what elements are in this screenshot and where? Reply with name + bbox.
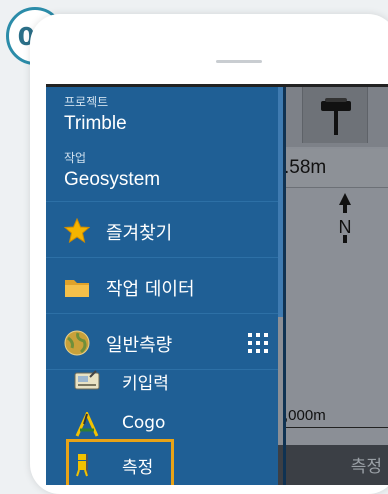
gnss-receiver-icon bbox=[321, 98, 351, 135]
distance-readout: .58m bbox=[284, 157, 327, 178]
globe-icon bbox=[64, 330, 90, 356]
measure-button[interactable]: 측정 bbox=[351, 452, 382, 477]
job-label: 작업 bbox=[64, 151, 87, 165]
project-name[interactable]: Trimble bbox=[64, 113, 127, 135]
menu-item-job-data[interactable]: 작업 데이터 bbox=[46, 263, 278, 311]
menu-item-cogo-label: Cogo bbox=[122, 413, 166, 433]
cogo-icon bbox=[75, 412, 99, 437]
north-label: N bbox=[339, 217, 352, 237]
drawer-edge bbox=[283, 87, 286, 485]
scale-bar bbox=[284, 427, 388, 428]
grid-icon[interactable] bbox=[248, 333, 268, 353]
menu-item-keyin[interactable]: 키입력 bbox=[46, 357, 278, 405]
navigation-drawer: 프로젝트 Trimble 작업 Geosystem 즐겨찾기 작업 데이터 일반… bbox=[46, 87, 278, 485]
project-label: 프로젝트 bbox=[64, 95, 109, 109]
menu-item-favorites[interactable]: 즐겨찾기 bbox=[46, 207, 278, 255]
menu-item-survey-label: 일반측량 bbox=[106, 335, 173, 356]
divider bbox=[46, 313, 278, 314]
menu-item-keyin-label: 키입력 bbox=[122, 374, 169, 394]
menu-item-job-data-label: 작업 데이터 bbox=[106, 279, 195, 300]
receiver-status-button[interactable] bbox=[302, 87, 368, 143]
app-screen: .58m N ,000m 측정 프로젝트 Trimble 작업 Geosyste… bbox=[46, 84, 388, 485]
divider bbox=[46, 201, 278, 202]
menu-item-favorites-label: 즐겨찾기 bbox=[106, 223, 173, 244]
star-icon bbox=[64, 218, 90, 244]
scale-label: ,000m bbox=[284, 407, 326, 424]
job-name[interactable]: Geosystem bbox=[64, 169, 160, 191]
phone-speaker bbox=[216, 60, 262, 63]
north-arrow-icon: N bbox=[339, 193, 352, 243]
keyboard-icon bbox=[74, 370, 100, 390]
folder-icon bbox=[65, 280, 89, 297]
measure-highlight-box bbox=[66, 439, 174, 485]
divider bbox=[46, 257, 278, 258]
